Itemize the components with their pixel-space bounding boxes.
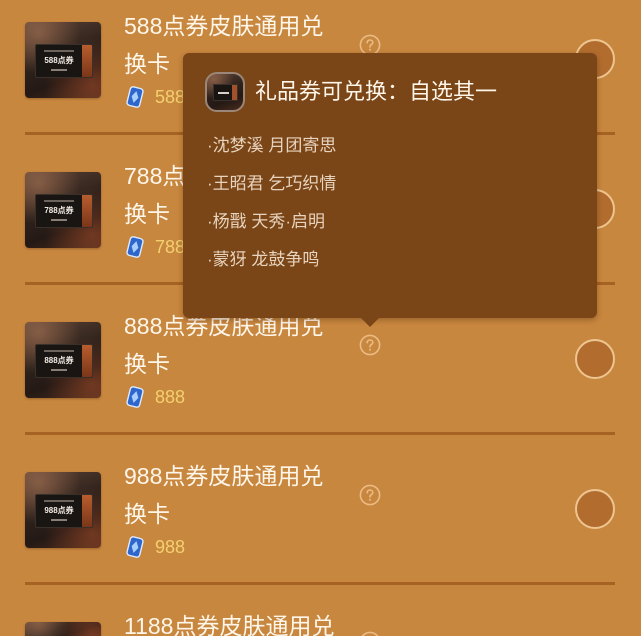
voucher-card-art <box>213 84 238 101</box>
card-side-strip <box>82 195 92 227</box>
card-side-strip <box>82 345 92 377</box>
card-header-line <box>44 350 74 352</box>
voucher-gem-icon <box>126 236 144 258</box>
question-circle-icon[interactable] <box>359 631 381 636</box>
voucher-price: 588 <box>155 87 186 107</box>
card-side-strip <box>82 495 92 527</box>
voucher-card-art: 888点券 <box>35 344 93 378</box>
voucher-thumbnail: 588点券 <box>25 22 101 98</box>
voucher-card-art: 788点券 <box>35 194 93 228</box>
voucher-card-label: 988点券 <box>44 506 74 515</box>
select-radio[interactable] <box>575 339 615 379</box>
voucher-price: 988 <box>155 537 186 557</box>
voucher-card-label: 788点券 <box>44 206 74 215</box>
card-footer-line <box>51 369 67 371</box>
tooltip-option: ·沈梦溪 月团寄思 <box>207 136 337 155</box>
voucher-card-art: 588点券 <box>35 44 93 78</box>
tooltip-option: ·杨戬 天秀·启明 <box>207 212 326 231</box>
card-footer-line <box>51 69 67 71</box>
card-side-strip <box>232 85 237 100</box>
card-header-line <box>44 500 74 502</box>
voucher-title: 588点券皮肤通用兑 <box>124 13 324 39</box>
voucher-price: 888 <box>155 387 186 407</box>
voucher-gem-icon <box>126 386 144 408</box>
tooltip-option: ·王昭君 乞巧织情 <box>207 174 337 193</box>
voucher-thumbnail: 888点券 <box>25 322 101 398</box>
card-footer-line <box>51 219 67 221</box>
voucher-card-label: 588点券 <box>44 56 74 65</box>
voucher-icon <box>205 72 245 112</box>
voucher-gem-icon <box>126 86 144 108</box>
card-header-line <box>44 200 74 202</box>
voucher-thumbnail <box>25 622 101 636</box>
voucher-exchange-list: 588点券 588点券皮肤通用兑 换卡 588 788点券 788点 换卡 78… <box>0 0 641 636</box>
tooltip-arrow <box>361 318 379 327</box>
voucher-title: 988点券皮肤通用兑 <box>124 463 324 489</box>
voucher-item[interactable]: 1188点券皮肤通用兑 <box>0 583 641 636</box>
voucher-title-continued: 换卡 <box>124 51 170 77</box>
card-side-strip <box>82 45 92 77</box>
voucher-card-art: 988点券 <box>35 494 93 528</box>
voucher-thumbnail: 788点券 <box>25 172 101 248</box>
card-footer-line <box>51 519 67 521</box>
voucher-title: 1188点券皮肤通用兑 <box>124 614 335 636</box>
question-circle-icon[interactable] <box>359 334 381 356</box>
voucher-title-continued: 换卡 <box>124 201 170 227</box>
voucher-thumbnail: 988点券 <box>25 472 101 548</box>
voucher-title-continued: 换卡 <box>124 501 170 527</box>
voucher-card-label: 888点券 <box>44 356 74 365</box>
card-label-line <box>218 92 229 94</box>
voucher-gem-icon <box>126 536 144 558</box>
voucher-title: 788点 <box>124 163 186 189</box>
question-circle-icon[interactable] <box>359 484 381 506</box>
voucher-price: 788 <box>155 237 186 257</box>
gift-voucher-tooltip: 礼品券可兑换：自选其一 ·沈梦溪 月团寄思 ·王昭君 乞巧织情 ·杨戬 天秀·启… <box>183 53 597 327</box>
tooltip-option: ·蒙犽 龙鼓争鸣 <box>207 250 320 269</box>
voucher-item[interactable]: 988点券 988点券皮肤通用兑 换卡 988 <box>0 433 641 585</box>
select-radio[interactable] <box>575 489 615 529</box>
card-header-line <box>44 50 74 52</box>
voucher-title-continued: 换卡 <box>124 351 170 377</box>
tooltip-title: 礼品券可兑换：自选其一 <box>255 79 498 104</box>
